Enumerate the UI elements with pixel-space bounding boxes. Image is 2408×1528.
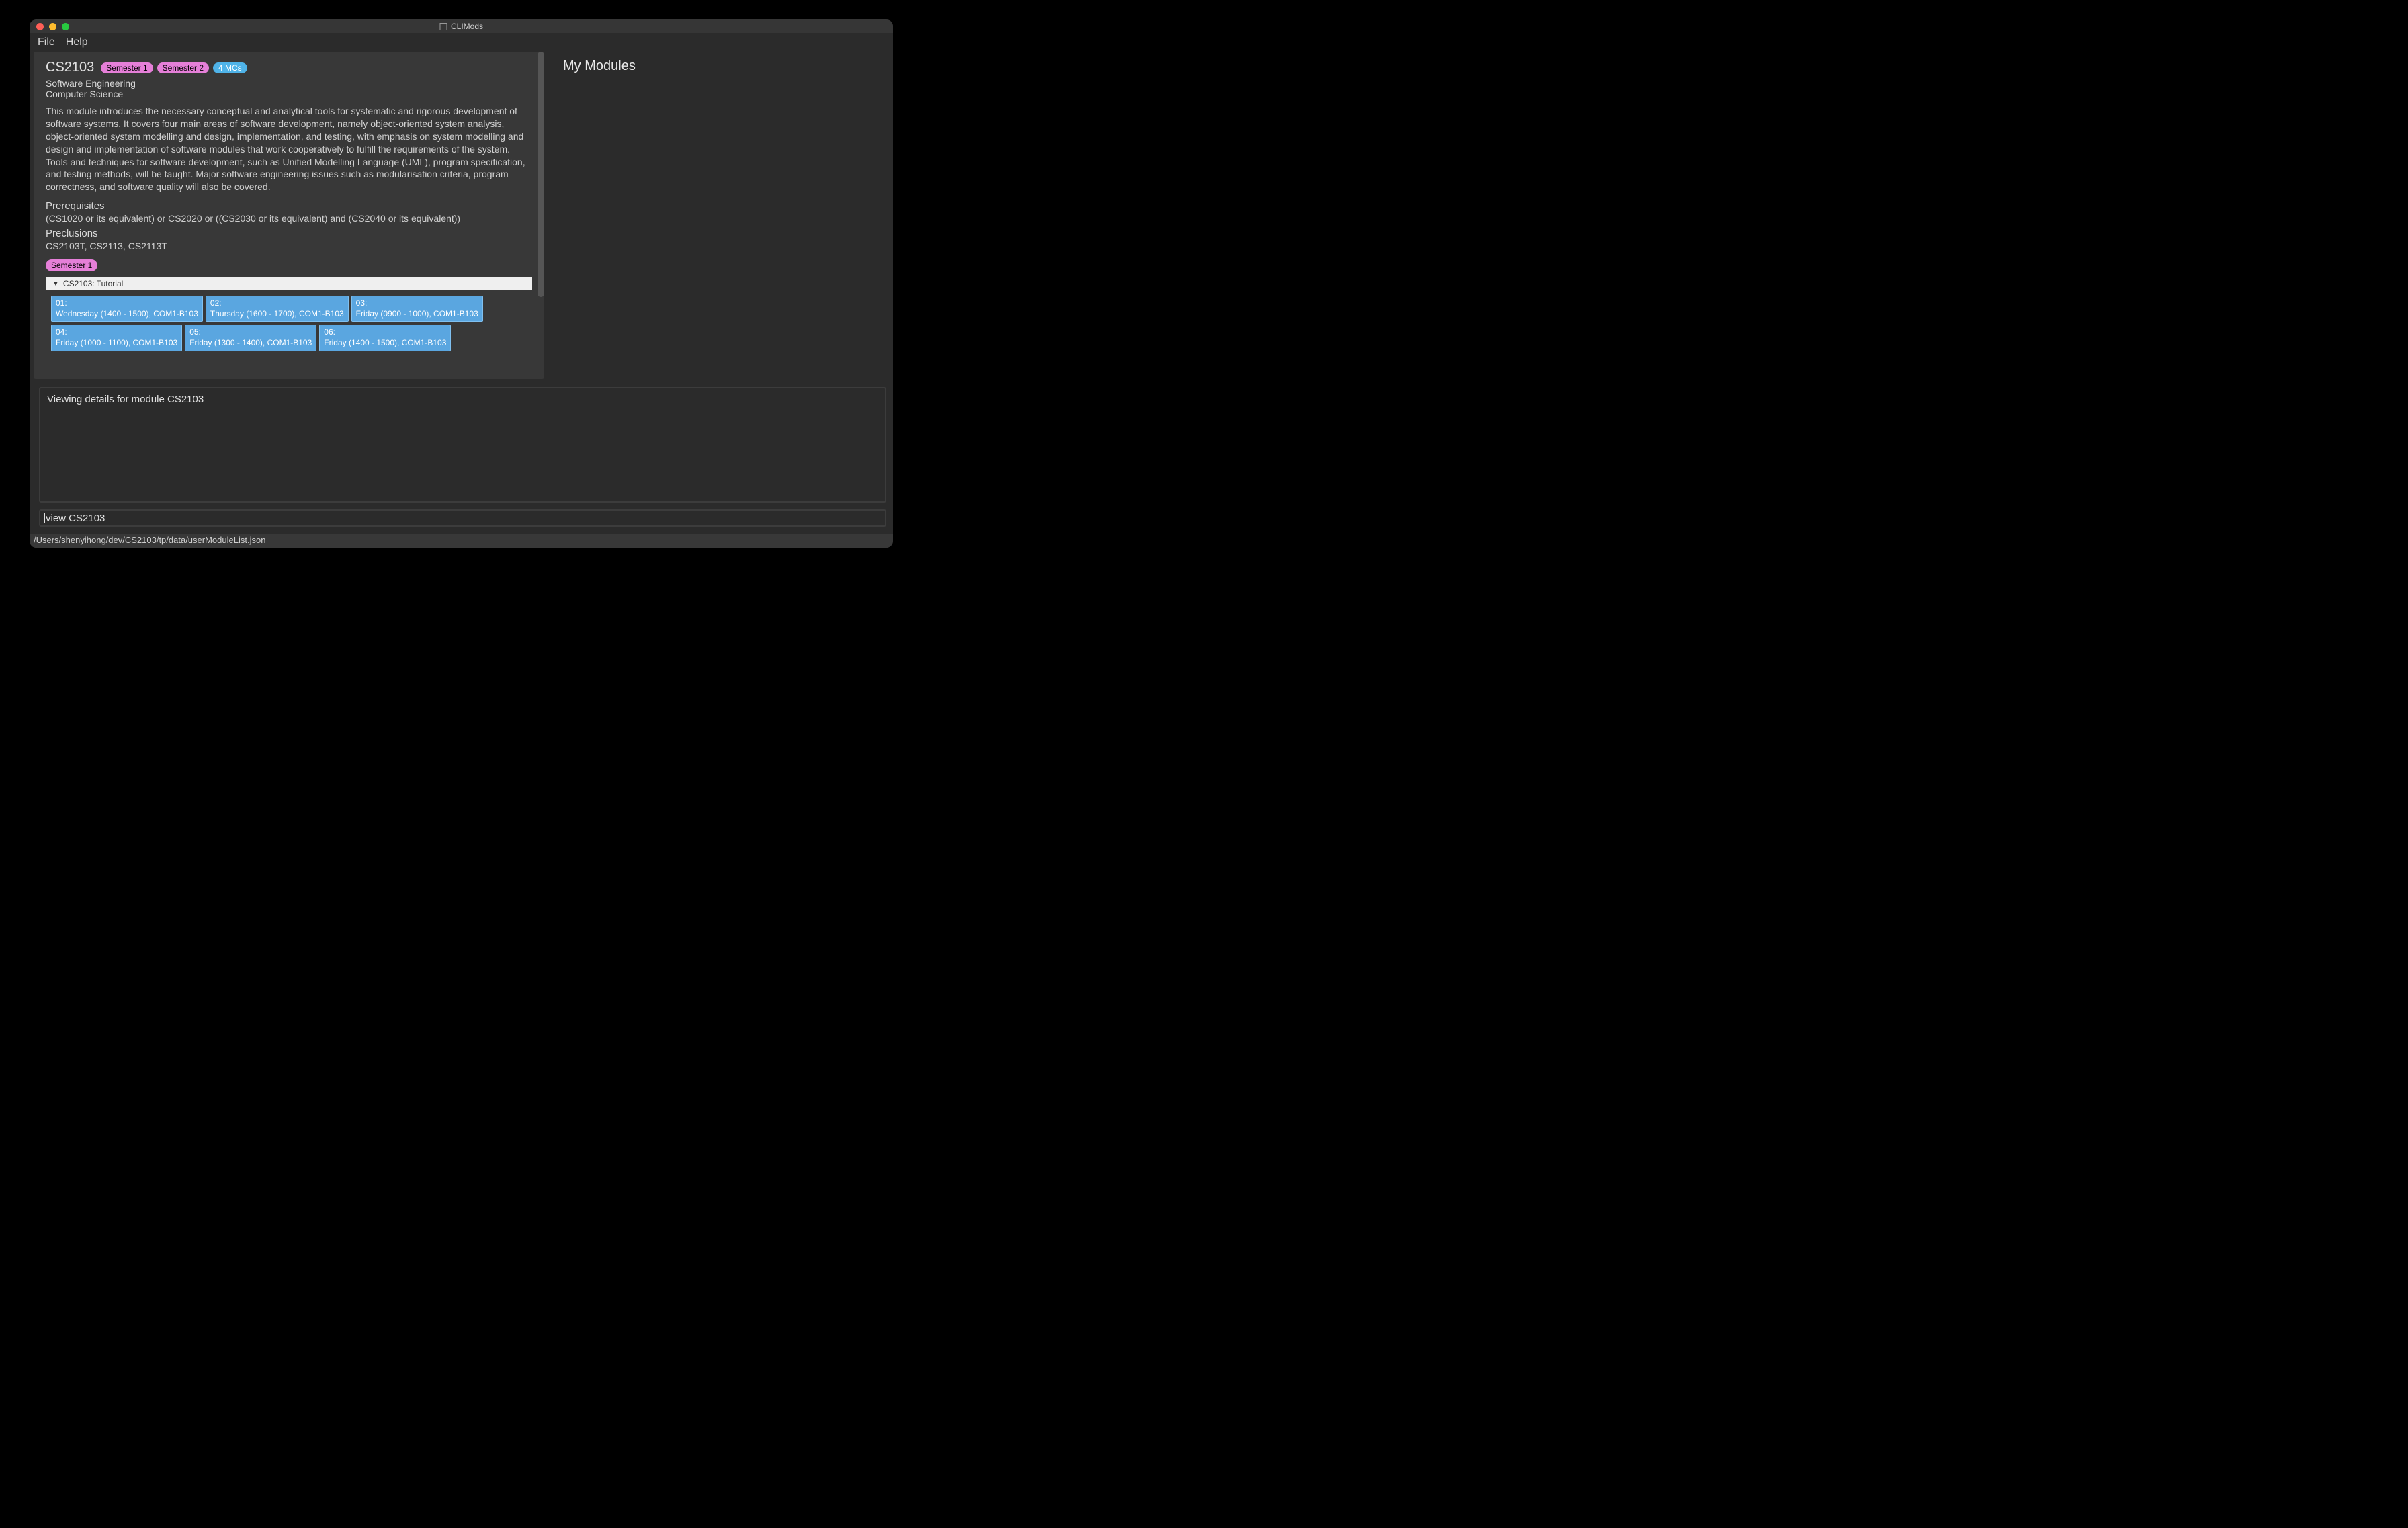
- slot-no: 01:: [56, 298, 198, 309]
- text-cursor: [44, 513, 45, 523]
- status-bar: /Users/shenyihong/dev/CS2103/tp/data/use…: [30, 534, 893, 548]
- slot[interactable]: 02: Thursday (1600 - 1700), COM1-B103: [206, 296, 349, 322]
- scrollbar[interactable]: [538, 52, 544, 297]
- my-modules-title: My Modules: [563, 58, 881, 74]
- module-detail-panel: CS2103 Semester 1 Semester 2 4 MCs Softw…: [34, 52, 544, 379]
- slot[interactable]: 04: Friday (1000 - 1100), COM1-B103: [51, 325, 182, 351]
- window-title-text: CLIMods: [451, 22, 483, 31]
- menu-help[interactable]: Help: [66, 36, 88, 48]
- chevron-down-icon: ▼: [52, 280, 59, 288]
- command-input[interactable]: [46, 513, 881, 524]
- close-icon[interactable]: [36, 23, 44, 30]
- semester-pill: Semester 1: [46, 259, 97, 271]
- output-text: Viewing details for module CS2103: [47, 394, 204, 405]
- preclusion-text: CS2103T, CS2113, CS2113T: [46, 241, 532, 251]
- module-header: CS2103 Semester 1 Semester 2 4 MCs: [46, 60, 532, 75]
- module-title: Software Engineering: [46, 78, 532, 89]
- window-title: CLIMods: [439, 22, 483, 31]
- slot-no: 05:: [189, 327, 312, 338]
- slot-time: Friday (0900 - 1000), COM1-B103: [356, 309, 478, 320]
- tutorial-header-text: CS2103: Tutorial: [63, 279, 123, 288]
- slot-no: 06:: [324, 327, 446, 338]
- slot-time: Friday (1300 - 1400), COM1-B103: [189, 338, 312, 349]
- slot[interactable]: 05: Friday (1300 - 1400), COM1-B103: [185, 325, 316, 351]
- module-dept: Computer Science: [46, 89, 532, 99]
- badge-sem2: Semester 2: [157, 62, 209, 73]
- menubar: File Help: [30, 33, 893, 52]
- slot-time: Thursday (1600 - 1700), COM1-B103: [210, 309, 344, 320]
- module-description: This module introduces the necessary con…: [46, 105, 532, 194]
- my-modules-panel: My Modules: [554, 52, 890, 379]
- slot[interactable]: 06: Friday (1400 - 1500), COM1-B103: [319, 325, 451, 351]
- content-row: CS2103 Semester 1 Semester 2 4 MCs Softw…: [30, 52, 893, 379]
- slot[interactable]: 01: Wednesday (1400 - 1500), COM1-B103: [51, 296, 203, 322]
- output-area: Viewing details for module CS2103: [39, 387, 886, 503]
- prereq-text: (CS1020 or its equivalent) or CS2020 or …: [46, 213, 532, 224]
- slot-no: 02:: [210, 298, 344, 309]
- tutorial-header[interactable]: ▼ CS2103: Tutorial: [46, 277, 532, 290]
- slot-no: 04:: [56, 327, 177, 338]
- badge-sem1: Semester 1: [101, 62, 153, 73]
- app-icon: [439, 23, 447, 30]
- lesson-tutorial: ▼ CS2103: Tutorial 01: Wednesday (1400 -…: [46, 277, 532, 379]
- slot-no: 03:: [356, 298, 478, 309]
- preclusion-title: Preclusions: [46, 228, 532, 239]
- badge-mcs: 4 MCs: [213, 62, 247, 73]
- slot-time: Wednesday (1400 - 1500), COM1-B103: [56, 309, 198, 320]
- prereq-title: Prerequisites: [46, 200, 532, 212]
- slot-time: Friday (1000 - 1100), COM1-B103: [56, 338, 177, 349]
- tutorial-slots: 01: Wednesday (1400 - 1500), COM1-B103 0…: [46, 290, 532, 379]
- titlebar: CLIMods: [30, 19, 893, 33]
- window-controls: [30, 23, 69, 30]
- status-path: /Users/shenyihong/dev/CS2103/tp/data/use…: [34, 535, 265, 545]
- slot[interactable]: 03: Friday (0900 - 1000), COM1-B103: [351, 296, 483, 322]
- app-window: CLIMods File Help CS2103 Semester 1 Seme…: [30, 19, 893, 548]
- command-input-box[interactable]: [39, 509, 886, 527]
- minimize-icon[interactable]: [49, 23, 56, 30]
- module-code: CS2103: [46, 60, 94, 75]
- menu-file[interactable]: File: [38, 36, 55, 48]
- slot-time: Friday (1400 - 1500), COM1-B103: [324, 338, 446, 349]
- maximize-icon[interactable]: [62, 23, 69, 30]
